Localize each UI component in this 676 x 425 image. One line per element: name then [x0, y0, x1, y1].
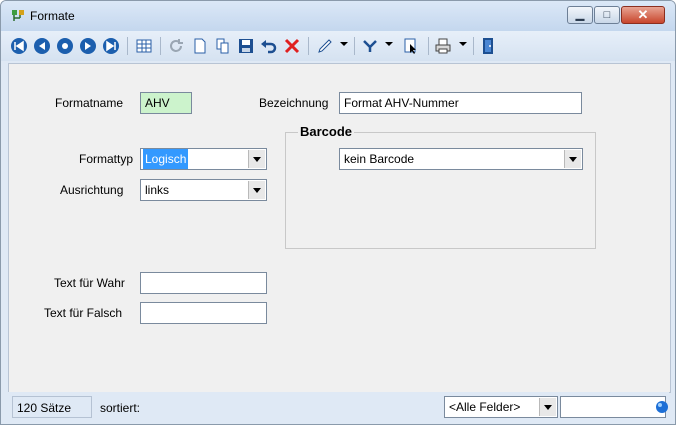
text-falsch-field[interactable] [140, 302, 267, 324]
chevron-down-icon[interactable] [459, 40, 467, 48]
field-filter-value: <Alle Felder> [449, 400, 521, 414]
formattyp-value: Logisch [143, 149, 189, 169]
chevron-down-icon[interactable] [340, 40, 348, 48]
barcode-group-title: Barcode [298, 124, 355, 139]
select-icon[interactable] [401, 36, 421, 56]
next-record-icon[interactable] [55, 36, 75, 56]
toolbar-separator [354, 37, 355, 55]
print-icon[interactable] [433, 36, 453, 56]
new-document-icon[interactable] [190, 36, 210, 56]
close-icon: ✕ [637, 7, 649, 22]
exit-icon[interactable] [478, 36, 498, 56]
copy-icon[interactable] [213, 36, 233, 56]
toolbar-separator [308, 37, 309, 55]
toolbar-separator [160, 37, 161, 55]
undo-icon[interactable] [259, 36, 279, 56]
chevron-down-icon[interactable] [248, 150, 265, 168]
save-icon[interactable] [236, 36, 256, 56]
bezeichnung-label: Bezeichnung [259, 96, 329, 110]
field-filter-select[interactable]: <Alle Felder> [444, 396, 558, 418]
form-panel: Formatname AHV Bezeichnung Format AHV-Nu… [8, 63, 671, 393]
search-icon[interactable] [655, 400, 669, 414]
text-wahr-label: Text für Wahr [54, 276, 125, 290]
title-bar: Formate ▁ □ ✕ [1, 1, 675, 31]
bezeichnung-field[interactable]: Format AHV-Nummer [339, 92, 582, 114]
status-bar: 120 Sätze sortiert: <Alle Felder> [8, 392, 669, 422]
edit-icon[interactable] [315, 36, 335, 56]
barcode-select[interactable]: kein Barcode [339, 148, 583, 170]
formatname-label: Formatname [55, 96, 124, 110]
minimize-icon: ▁ [575, 9, 585, 21]
next-page-icon[interactable] [78, 36, 98, 56]
app-icon [12, 10, 24, 21]
delete-icon[interactable] [282, 36, 302, 56]
toolbar-separator [127, 37, 128, 55]
text-wahr-field[interactable] [140, 272, 267, 294]
chevron-down-icon[interactable] [248, 181, 265, 199]
chevron-down-icon[interactable] [564, 150, 581, 168]
record-count: 120 Sätze [12, 396, 92, 418]
chevron-down-icon[interactable] [385, 40, 393, 48]
filter-icon[interactable] [360, 36, 380, 56]
window-title: Formate [30, 9, 75, 23]
ausrichtung-select[interactable]: links [140, 179, 267, 201]
sort-status: sortiert: [100, 401, 141, 415]
window: Formate ▁ □ ✕ Formatname AHV Bezeichnung… [0, 0, 676, 425]
close-button[interactable]: ✕ [621, 6, 665, 24]
maximize-icon: □ [603, 9, 611, 21]
formattyp-label: Formattyp [79, 152, 134, 166]
minimize-button[interactable]: ▁ [567, 6, 593, 24]
ausrichtung-label: Ausrichtung [60, 183, 124, 197]
table-view-icon[interactable] [134, 36, 154, 56]
toolbar-separator [473, 37, 474, 55]
refresh-icon[interactable] [166, 36, 186, 56]
chevron-down-icon[interactable] [539, 398, 556, 416]
last-record-icon[interactable] [101, 36, 121, 56]
toolbar-separator [428, 37, 429, 55]
formattyp-select[interactable]: Logisch [140, 148, 267, 170]
maximize-button[interactable]: □ [594, 6, 620, 24]
previous-record-icon[interactable] [32, 36, 52, 56]
barcode-value: kein Barcode [344, 152, 415, 166]
formatname-field[interactable]: AHV [140, 92, 192, 114]
search-input[interactable] [560, 396, 666, 418]
first-record-icon[interactable] [9, 36, 29, 56]
toolbar [1, 31, 675, 61]
text-falsch-label: Text für Falsch [44, 306, 123, 320]
ausrichtung-value: links [145, 183, 170, 197]
